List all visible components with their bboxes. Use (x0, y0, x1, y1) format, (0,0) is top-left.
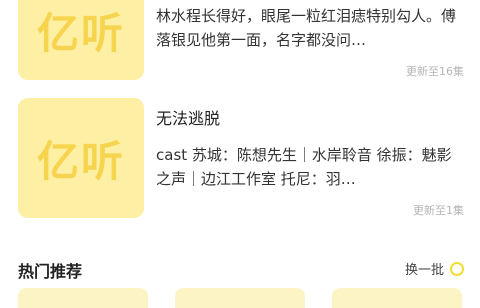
refresh-label: 换一批 (404, 263, 444, 278)
book-title: 无法逃脱 (156, 109, 221, 128)
cover-logo: 亿听 (36, 8, 125, 58)
book-cover[interactable]: 亿听 (18, 0, 144, 80)
refresh-button[interactable]: 换一批 (405, 259, 464, 278)
book-cover[interactable]: 亿听 (18, 98, 144, 218)
cover-logo: 亿听 (36, 136, 125, 186)
recommendation-cover[interactable] (18, 288, 148, 308)
book-description: cast 苏城：陈想先生｜水岸聆音 徐振：魅影之声｜边江工作室 托尼：羽… (156, 146, 452, 188)
section-title: 热门推荐 (18, 262, 83, 281)
book-description: 林水程长得好，眼尾一粒红泪痣特别勾人。傅落银见他第一面，名字都没问… (156, 7, 456, 49)
update-status: 更新至1集 (413, 204, 464, 217)
recommendation-cover[interactable] (175, 288, 305, 308)
update-status: 更新至16集 (406, 65, 464, 78)
recommendation-cover[interactable] (332, 288, 462, 308)
refresh-icon (450, 261, 464, 276)
